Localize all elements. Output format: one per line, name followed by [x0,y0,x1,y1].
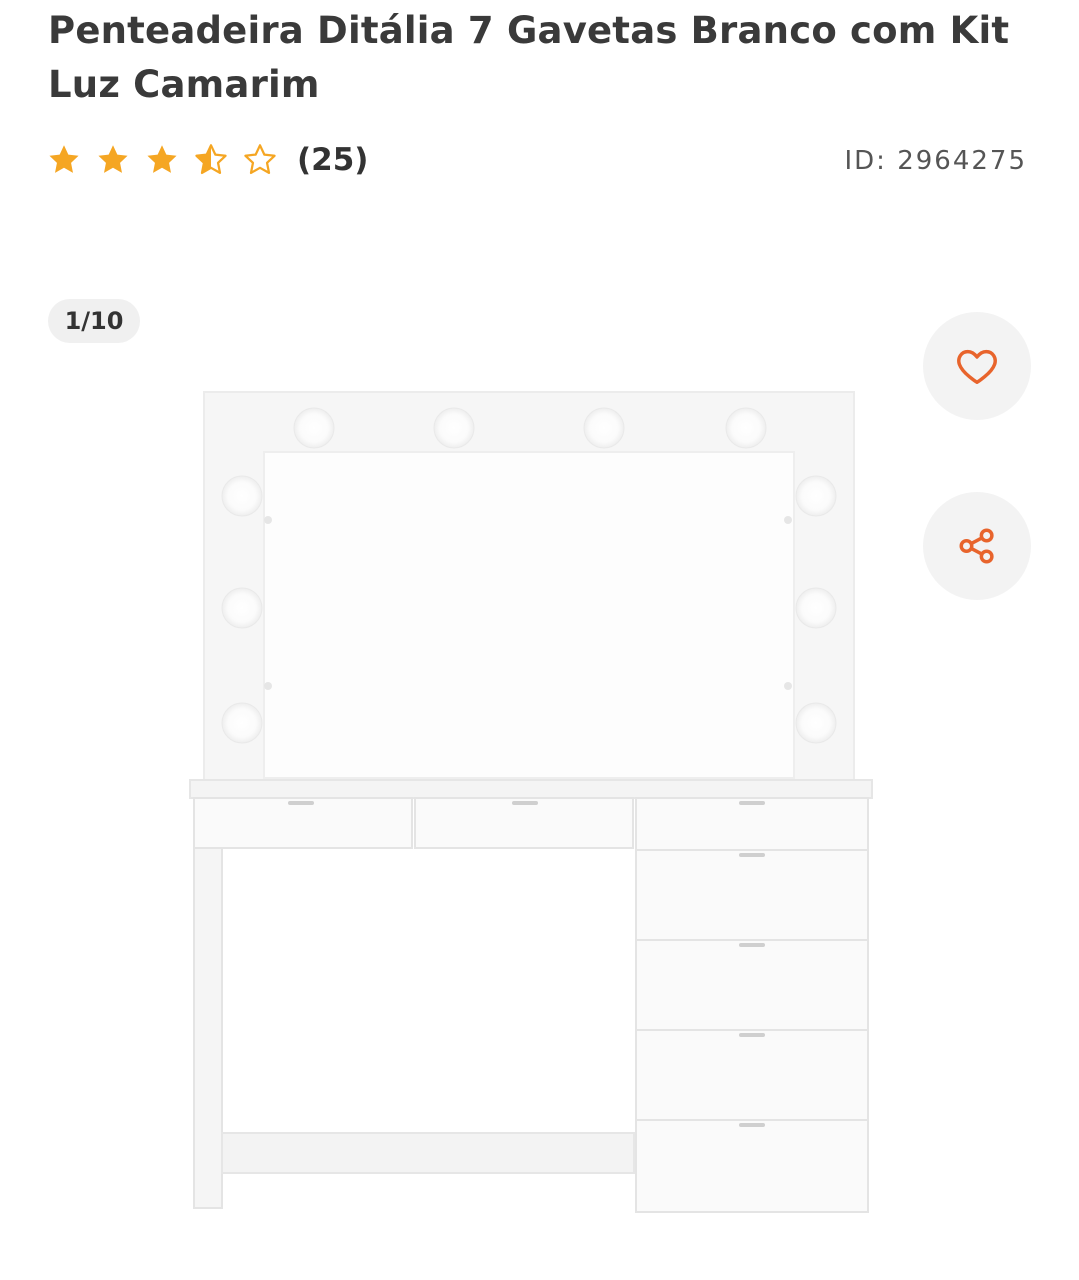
product-image[interactable] [186,388,876,1223]
gallery-counter: 1/10 [48,299,140,343]
star-half-icon [195,144,227,175]
product-title: Penteadeira Ditália 7 Gavetas Branco com… [48,9,1010,106]
star-full-icon [147,145,177,173]
rating-stars [46,142,291,178]
favorite-button[interactable] [923,312,1031,420]
share-icon [959,528,994,564]
share-button[interactable] [923,492,1031,600]
desk-legs [193,847,635,1209]
heart-icon [957,349,997,385]
star-full-icon [98,145,128,173]
top-drawers [193,797,634,849]
star-full-icon [49,145,79,173]
vanity-dresser-illustration [189,391,873,1213]
review-count[interactable]: (25) [297,140,368,180]
side-drawers [635,797,869,1213]
product-id: ID: 2964275 [844,146,1027,176]
mirror-frame [203,391,855,781]
product-rating[interactable]: (25) [46,140,368,180]
star-empty-icon [244,144,276,175]
desk-top [189,779,873,799]
